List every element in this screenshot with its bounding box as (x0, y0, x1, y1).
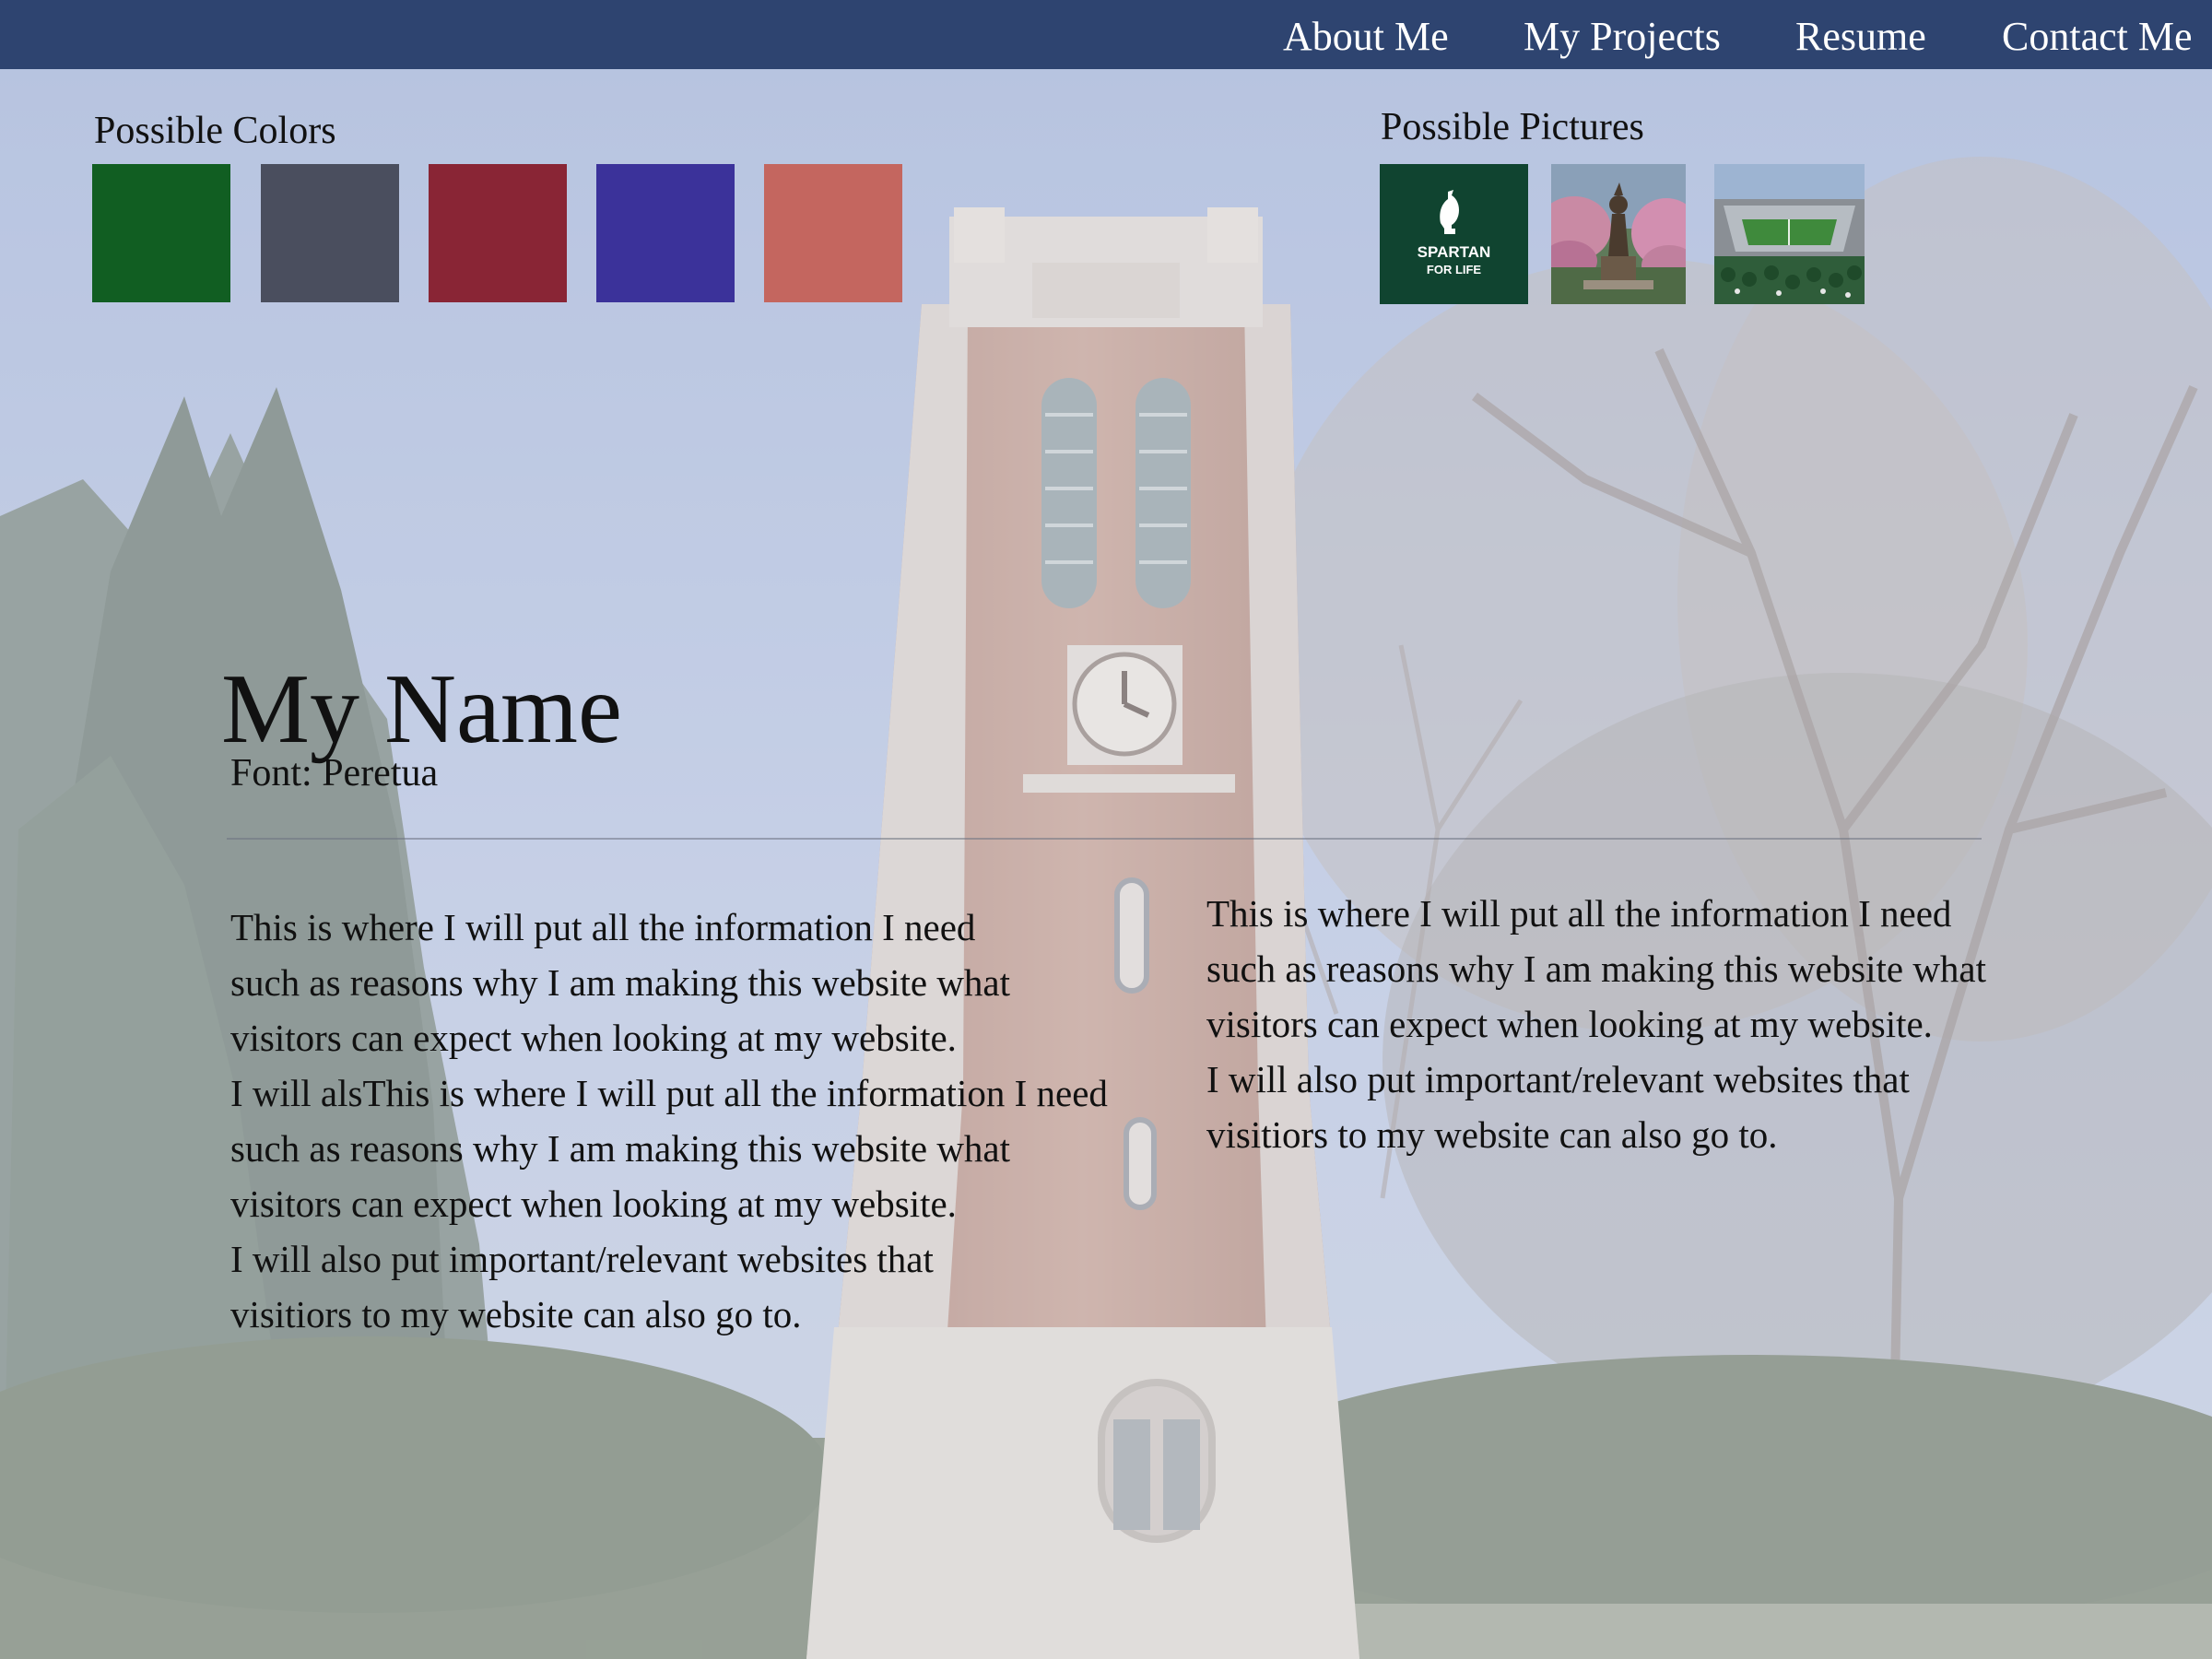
paragraph-line: I will also put important/relevant websi… (230, 1238, 934, 1280)
intro-paragraph-right: This is where I will put all the informa… (1206, 886, 1986, 1162)
nav-my-projects[interactable]: My Projects (1524, 11, 1721, 63)
font-note: Font: Peretua (230, 752, 439, 794)
paragraph-line: such as reasons why I am making this web… (230, 1127, 1011, 1170)
color-swatch-maroon (429, 164, 567, 302)
top-navigation-bar: About Me My Projects Resume Contact Me (0, 0, 2212, 69)
paragraph-line: such as reasons why I am making this web… (230, 961, 1011, 1004)
color-swatch-salmon (764, 164, 902, 302)
color-swatch-green (92, 164, 230, 302)
possible-pictures-label: Possible Pictures (1381, 106, 1644, 148)
color-swatch-slate-gray (261, 164, 399, 302)
section-divider (227, 838, 1982, 840)
stadium-image (1714, 164, 1865, 304)
page: About Me My Projects Resume Contact Me P… (0, 0, 2212, 1659)
logo-caption-line2: FOR LIFE (1427, 263, 1482, 276)
paragraph-line: visitors can expect when looking at my w… (1206, 1003, 1933, 1045)
color-swatch-indigo (596, 164, 735, 302)
paragraph-line: I will also put important/relevant websi… (1206, 1058, 1910, 1100)
paragraph-line: visitiors to my website can also go to. (230, 1293, 802, 1335)
nav-resume[interactable]: Resume (1795, 11, 1926, 63)
spartan-statue-image (1551, 164, 1686, 304)
nav-about-me[interactable]: About Me (1283, 11, 1449, 63)
paragraph-line: visitors can expect when looking at my w… (230, 1182, 957, 1225)
possible-colors-label: Possible Colors (94, 110, 336, 152)
paragraph-line: visitors can expect when looking at my w… (230, 1017, 957, 1059)
paragraph-line: This is where I will put all the informa… (1206, 892, 1952, 935)
logo-caption-line1: SPARTAN (1418, 243, 1491, 261)
spartan-logo-image: SPARTAN FOR LIFE (1380, 164, 1528, 304)
paragraph-line: visitiors to my website can also go to. (1206, 1113, 1778, 1156)
paragraph-line: I will alsThis is where I will put all t… (230, 1072, 1108, 1114)
paragraph-line: such as reasons why I am making this web… (1206, 947, 1987, 990)
paragraph-line: This is where I will put all the informa… (230, 906, 976, 948)
intro-paragraph-left: This is where I will put all the informa… (230, 900, 1108, 1342)
nav-contact-me[interactable]: Contact Me (2002, 11, 2193, 63)
